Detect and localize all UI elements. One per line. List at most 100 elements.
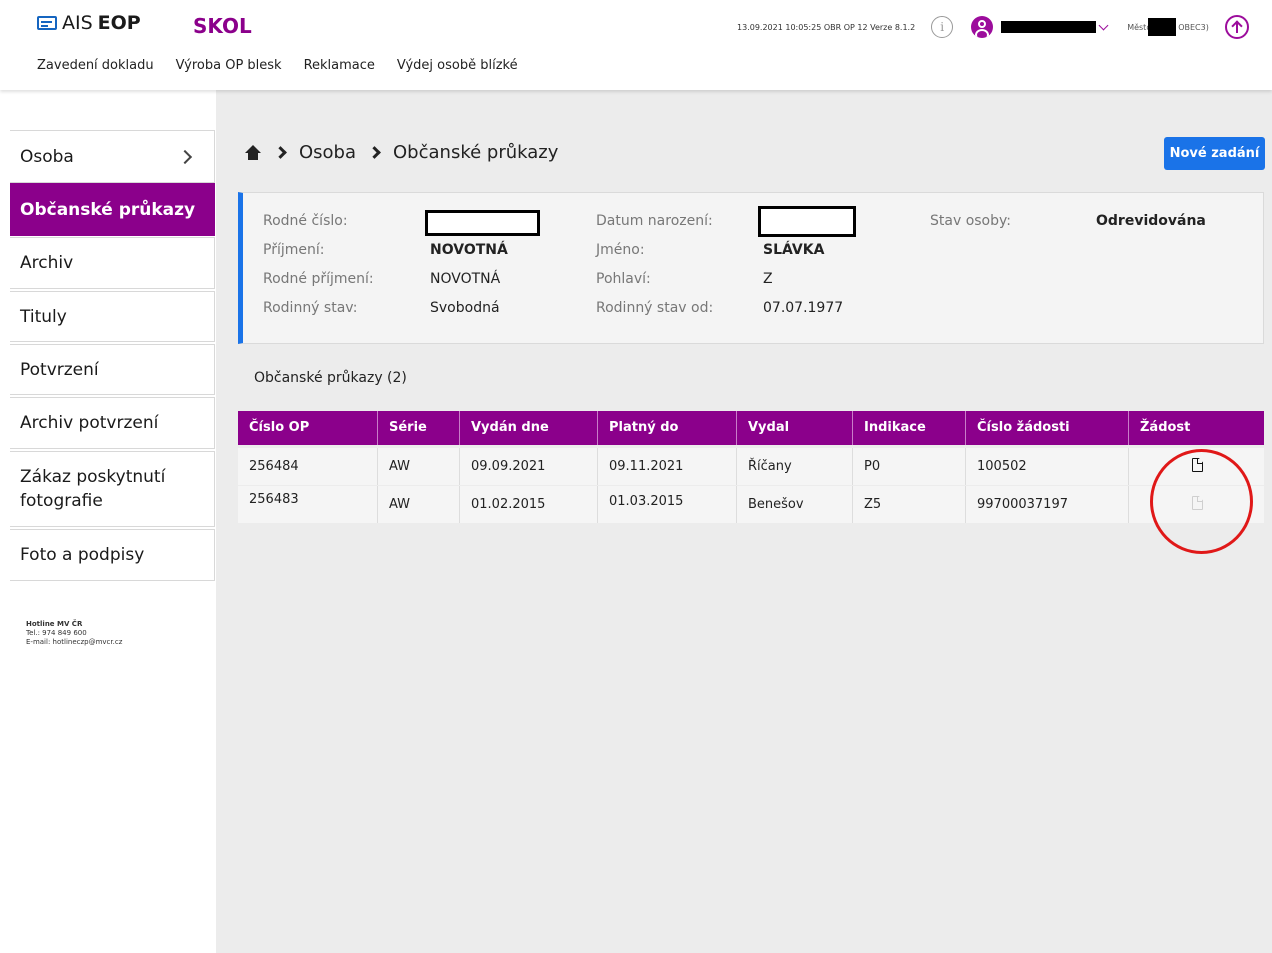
sidebar-item-label: Tituly [20,306,67,327]
version-info: 13.09.2021 10:05:25 OBR OP 12 Verze 8.1.… [737,22,916,32]
redacted-mesto [1148,18,1177,36]
person-info-panel: Rodné číslo: Příjmení: NOVOTNÁ Rodné pří… [238,192,1264,344]
sidebar-item-label: Potvrzení [20,359,99,380]
stav-osoby-label: Stav osoby: [930,213,1011,229]
redacted-datum-narozeni [758,206,856,237]
column-header-vydan-dne[interactable]: Vydán dne [460,411,598,445]
sidebar-item-osoba[interactable]: Osoba [10,130,215,183]
cell-vydan-dne: 09.09.2021 [460,448,598,485]
cell-cislo-zadosti: 99700037197 [966,486,1129,523]
logo-suffix: EOP [97,12,141,34]
rodinny-stav-label: Rodinný stav: [263,300,358,316]
pohlavi-label: Pohlaví: [596,271,651,287]
rodinny-stav-od-value: 07.07.1977 [763,300,844,316]
stav-osoby-value: Odrevidována [1096,213,1206,229]
home-icon[interactable] [244,144,262,161]
redacted-rodne-cislo [425,210,540,236]
hotline-title: Hotline MV ČR [26,620,83,628]
rodinny-stav-od-label: Rodinný stav od: [596,300,714,316]
prijmeni-value: NOVOTNÁ [430,242,508,258]
cell-cislo-zadosti: 100502 [966,448,1129,485]
pohlavi-value: Z [763,271,773,287]
nav-reklamace[interactable]: Reklamace [304,58,375,73]
cell-indikace: P0 [853,448,966,485]
column-header-indikace[interactable]: Indikace [853,411,966,445]
hotline-email[interactable]: E-mail: hotlineczp@mvcr.cz [26,638,122,647]
logo-prefix: AIS [62,12,93,34]
main-content: Osoba Občanské průkazy Nové zadání Rodné… [216,90,1272,953]
app-logo[interactable]: AIS EOP [37,12,141,34]
sidebar-item-label: Osoba [20,146,74,167]
cell-platny-do: 01.03.2015 [598,486,737,523]
table-row[interactable]: 256484 AW 09.09.2021 09.11.2021 Říčany P… [238,448,1264,485]
breadcrumb-osoba[interactable]: Osoba [299,142,356,163]
cell-vydan-dne: 01.02.2015 [460,486,598,523]
rodinny-stav-value: Svobodná [430,300,500,316]
id-card-icon [37,16,57,30]
redacted-user-name [1001,21,1097,33]
breadcrumb: Osoba Občanské průkazy [244,142,558,163]
sidebar-item-label: Archiv potvrzení [20,413,159,433]
rodne-cislo-label: Rodné číslo: [263,213,348,229]
sidebar-item-zakaz-fotografie[interactable]: Zákaz poskytnutí fotografie [10,451,215,527]
prijmeni-label: Příjmení: [263,242,325,258]
nav-vyroba-op-blesk[interactable]: Výroba OP blesk [176,58,282,73]
rodne-prijmeni-label: Rodné příjmení: [263,271,374,287]
app-header: AIS EOP SKOL Zavedení dokladu Výroba OP … [0,0,1272,90]
chevron-down-icon[interactable] [1098,20,1109,30]
new-entry-button[interactable]: Nové zadání [1164,137,1265,170]
sidebar-item-label: Zákaz poskytnutí fotografie [20,467,166,511]
hotline-info: Hotline MV ČR Tel.: 974 849 600 E-mail: … [26,620,122,647]
sidebar-item-label: Foto a podpisy [20,545,145,565]
cell-zadost [1129,486,1264,523]
document-icon-disabled [1192,496,1203,510]
document-icon[interactable] [1192,458,1203,472]
user-avatar-icon[interactable] [971,16,994,38]
column-header-zadost[interactable]: Žádost [1129,411,1264,445]
cell-indikace: Z5 [853,486,966,523]
sidebar-item-foto-a-podpisy[interactable]: Foto a podpisy [10,529,215,581]
info-icon[interactable]: i [931,16,954,38]
mesto-code: OBEC3) [1178,22,1209,32]
cell-serie: AW [378,448,460,485]
chevron-right-icon [177,149,193,164]
hotline-tel: Tel.: 974 849 600 [26,629,87,637]
column-header-serie[interactable]: Série [378,411,460,445]
jmeno-value: SLÁVKA [763,242,825,258]
nav-zavedeni-dokladu[interactable]: Zavedení dokladu [37,58,154,73]
column-header-cislo-op[interactable]: Číslo OP [238,411,378,445]
cell-zadost [1129,448,1264,485]
datum-narozeni-label: Datum narození: [596,213,713,229]
id-cards-table: Číslo OP Série Vydán dne Platný do Vydal… [238,411,1264,523]
sidebar-item-archiv[interactable]: Archiv [10,237,215,289]
cell-serie: AW [378,486,460,523]
nav-vydej-osobe-blizke[interactable]: Výdej osobě blízké [397,58,518,73]
sidebar-item-label: Archiv [20,253,74,273]
breadcrumb-separator-icon [368,146,381,159]
sidebar-item-label: Občanské průkazy [20,199,196,220]
sidebar: Osoba Občanské průkazy Archiv Tituly Pot… [10,97,216,953]
sidebar-item-potvrzeni[interactable]: Potvrzení [10,344,215,395]
column-header-vydal[interactable]: Vydal [737,411,853,445]
top-navigation: Zavedení dokladu Výroba OP blesk Reklama… [37,58,518,73]
sidebar-item-obcanske-prukazy[interactable]: Občanské průkazy [10,183,215,236]
breadcrumb-separator-icon [274,146,287,159]
app-name: SKOL [193,14,252,38]
cell-vydal: Benešov [737,486,853,523]
header-right: 13.09.2021 10:05:25 OBR OP 12 Verze 8.1.… [737,14,1249,40]
cell-cislo-op: 256484 [238,448,378,485]
logout-icon[interactable] [1224,15,1249,39]
sidebar-item-archiv-potvrzeni[interactable]: Archiv potvrzení [10,397,215,449]
jmeno-label: Jméno: [596,242,645,258]
column-header-platny-do[interactable]: Platný do [598,411,737,445]
table-header: Číslo OP Série Vydán dne Platný do Vydal… [238,411,1264,445]
cell-cislo-op: 256483 [238,486,378,523]
column-header-cislo-zadosti[interactable]: Číslo žádosti [966,411,1129,445]
cell-platny-do: 09.11.2021 [598,448,737,485]
section-title: Občanské průkazy (2) [254,370,407,386]
table-row[interactable]: 256483 AW 01.02.2015 01.03.2015 Benešov … [238,486,1264,523]
sidebar-item-tituly[interactable]: Tituly [10,291,215,342]
rodne-prijmeni-value: NOVOTNÁ [430,271,501,287]
breadcrumb-obcanske-prukazy: Občanské průkazy [393,142,559,163]
cell-vydal: Říčany [737,448,853,485]
